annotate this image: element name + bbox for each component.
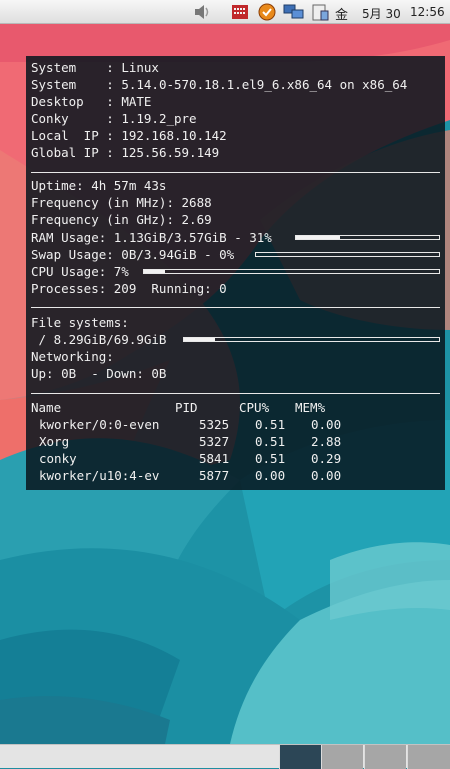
divider: [31, 393, 440, 394]
kernel-row: System : 5.14.0-570.18.1.el9_6.x86_64 on…: [31, 77, 408, 92]
process-cpu: 0.51: [255, 451, 286, 466]
process-count: Processes: 209 Running: 0: [31, 281, 227, 296]
uptime: Uptime: 4h 57m 43s: [31, 178, 167, 193]
process-pid: 5325: [199, 417, 230, 432]
header-pid: PID: [175, 400, 198, 415]
process-mem: 0.00: [311, 417, 342, 432]
process-name: Xorg: [39, 434, 70, 449]
divider: [31, 172, 440, 173]
workspace-3[interactable]: [364, 745, 406, 769]
workspace-4[interactable]: [407, 745, 450, 769]
divider: [31, 307, 440, 308]
process-mem: 2.88: [311, 434, 342, 449]
process-cpu: 0.00: [255, 468, 286, 483]
volume-icon[interactable]: [192, 2, 212, 22]
header-cpu: CPU%: [239, 400, 270, 415]
process-mem: 0.00: [311, 468, 342, 483]
workspace-1[interactable]: [279, 745, 321, 769]
header-name: Name: [31, 400, 62, 415]
top-panel: 金 5月 30 12:56: [0, 0, 450, 24]
system-row: System : Linux: [31, 60, 159, 75]
tray-date[interactable]: 5月 30: [362, 5, 401, 22]
frequency-ghz: Frequency (in GHz): 2.69: [31, 212, 212, 227]
system-monitor-icon[interactable]: [230, 2, 250, 22]
tray-weekday: 金: [335, 8, 349, 23]
update-notifier-icon[interactable]: [257, 2, 277, 22]
root-fs-usage: / 8.29GiB/69.9GiB: [31, 332, 167, 347]
process-pid: 5327: [199, 434, 230, 449]
local-ip-row: Local IP : 192.168.10.142: [31, 128, 227, 143]
process-name: kworker/u10:4-ev: [39, 468, 160, 483]
cpu-usage: CPU Usage: 7%: [31, 264, 129, 279]
bottom-panel: [0, 744, 450, 769]
header-mem: MEM%: [295, 400, 326, 415]
process-pid: 5877: [199, 468, 230, 483]
swap-usage-bar: [255, 252, 440, 257]
process-pid: 5841: [199, 451, 230, 466]
ram-usage-bar: [295, 235, 440, 240]
conky-version-row: Conky : 1.19.2_pre: [31, 111, 197, 126]
root-fs-bar: [183, 337, 440, 342]
process-mem: 0.29: [311, 451, 342, 466]
tray-clock[interactable]: 12:56: [410, 5, 445, 19]
desktop-row: Desktop : MATE: [31, 94, 152, 109]
process-name: conky: [39, 451, 77, 466]
network-icon[interactable]: [283, 2, 304, 22]
swap-usage: Swap Usage: 0B/3.94GiB - 0%: [31, 247, 235, 262]
frequency-mhz: Frequency (in MHz): 2688: [31, 195, 212, 210]
networking-title: Networking:: [31, 349, 114, 364]
process-cpu: 0.51: [255, 434, 286, 449]
workspace-2[interactable]: [321, 745, 363, 769]
cpu-usage-bar: [143, 269, 440, 274]
process-name: kworker/0:0-even: [39, 417, 160, 432]
conky-panel: System : Linux System : 5.14.0-570.18.1.…: [26, 56, 445, 490]
network-rates: Up: 0B - Down: 0B: [31, 366, 167, 381]
clipboard-icon[interactable]: [310, 2, 330, 22]
file-systems-title: File systems:: [31, 315, 129, 330]
global-ip-row: Global IP : 125.56.59.149: [31, 145, 220, 160]
ram-usage: RAM Usage: 1.13GiB/3.57GiB - 31%: [31, 230, 272, 245]
process-cpu: 0.51: [255, 417, 286, 432]
